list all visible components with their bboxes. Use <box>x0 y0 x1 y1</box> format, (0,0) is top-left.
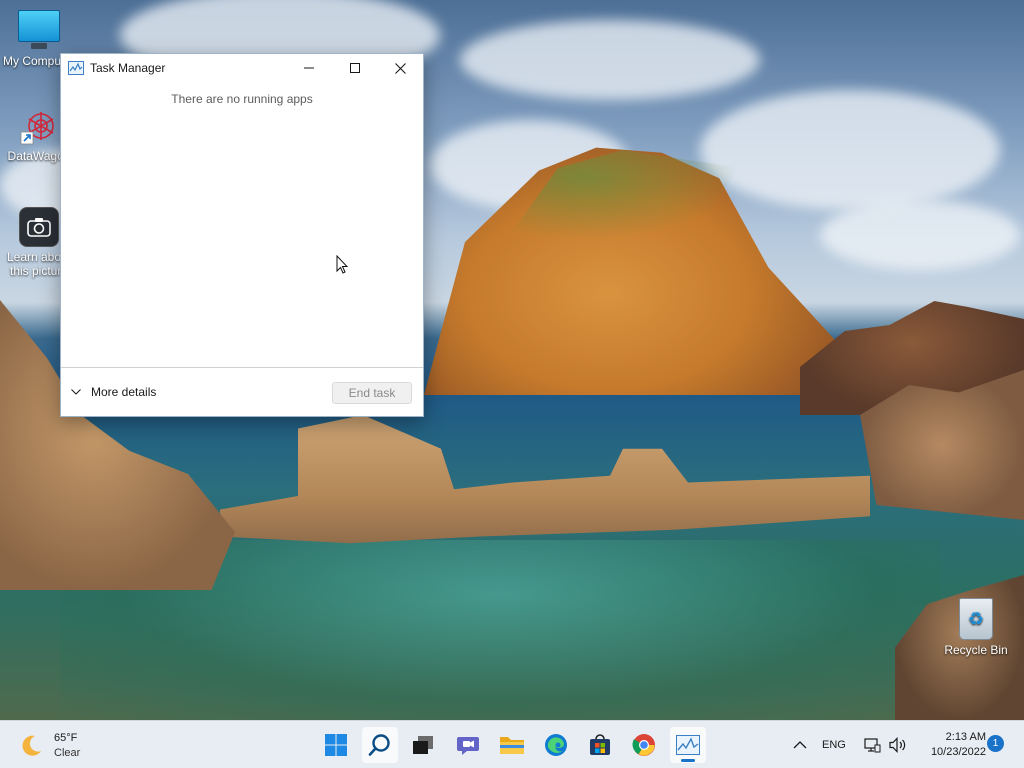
edge-button[interactable] <box>538 727 574 763</box>
taskbar: 65°F Clear ENG 2:13 AM 10/23/2022 <box>0 720 1024 768</box>
clock-time: 2:13 AM <box>945 731 986 743</box>
close-button[interactable] <box>377 54 423 82</box>
network-icon <box>864 738 881 753</box>
show-hidden-icons-button[interactable] <box>793 721 807 768</box>
active-app-indicator <box>681 759 695 762</box>
task-manager-icon <box>676 735 700 755</box>
windows-start-icon <box>325 734 347 756</box>
store-button[interactable] <box>582 727 618 763</box>
chat-button[interactable] <box>450 727 486 763</box>
camera-icon <box>19 207 59 247</box>
rocks-middle <box>220 415 870 544</box>
window-footer: More details End task <box>61 367 423 417</box>
clock-date: 10/23/2022 <box>930 746 986 758</box>
clock[interactable]: 2:13 AM 10/23/2022 <box>916 730 986 760</box>
task-view-icon <box>413 736 433 754</box>
desktop-icon-label: Recycle Bin <box>944 643 1008 657</box>
window-title: Task Manager <box>90 61 166 75</box>
maximize-icon <box>350 63 360 73</box>
desktop-icon-recycle-bin[interactable]: ♻ Recycle Bin <box>937 598 1015 657</box>
monitor-icon <box>18 10 60 49</box>
task-manager-window: Task Manager There are no running apps M… <box>60 53 424 417</box>
edge-icon <box>545 734 567 756</box>
more-details-toggle[interactable]: More details <box>71 381 156 403</box>
cloud <box>460 20 760 100</box>
search-icon <box>368 734 390 756</box>
weather-widget[interactable]: 65°F Clear <box>18 730 80 762</box>
more-details-label: More details <box>91 385 157 399</box>
task-manager-icon <box>68 61 84 75</box>
datawagon-icon <box>19 106 59 146</box>
weather-temperature: 65°F <box>54 732 78 744</box>
chrome-icon <box>632 734 655 756</box>
minimize-button[interactable] <box>286 54 332 82</box>
task-manager-taskbar-button[interactable] <box>670 727 706 763</box>
chevron-down-icon <box>71 389 81 395</box>
chat-icon <box>457 737 479 755</box>
chrome-button[interactable] <box>626 727 662 763</box>
mouse-cursor-icon <box>336 255 348 274</box>
empty-apps-message: There are no running apps <box>171 92 313 106</box>
system-tray-icons[interactable] <box>864 721 907 768</box>
minimize-icon <box>304 67 314 69</box>
file-explorer-button[interactable] <box>494 727 530 763</box>
chevron-up-icon <box>793 741 807 749</box>
cloud <box>700 90 1000 210</box>
store-icon <box>590 734 610 755</box>
start-button[interactable] <box>318 727 354 763</box>
recycle-bin-icon: ♻ <box>959 598 993 640</box>
end-task-button[interactable]: End task <box>332 382 412 404</box>
maximize-button[interactable] <box>332 54 378 82</box>
notification-badge[interactable]: 1 <box>987 735 1004 752</box>
folder-icon <box>500 737 524 754</box>
moon-icon <box>22 735 41 756</box>
volume-icon <box>889 737 906 753</box>
task-view-button[interactable] <box>405 727 441 763</box>
language-indicator[interactable]: ENG <box>822 721 846 768</box>
close-icon <box>394 62 406 74</box>
title-bar[interactable]: Task Manager <box>61 54 423 82</box>
search-button[interactable] <box>362 727 398 763</box>
weather-condition: Clear <box>54 747 81 759</box>
cloud <box>820 200 1020 270</box>
